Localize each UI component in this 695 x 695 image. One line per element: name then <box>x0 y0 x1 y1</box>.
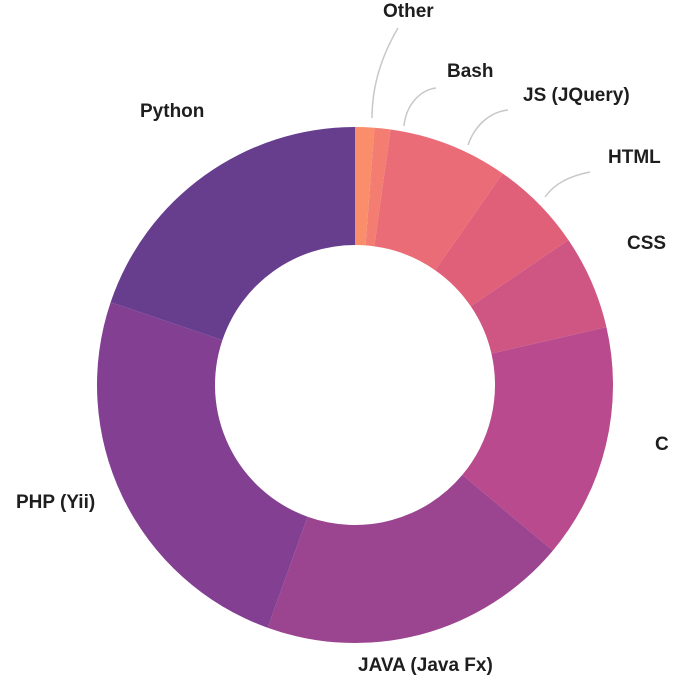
slice-label-js: JS (JQuery) <box>523 85 630 106</box>
slice-label-bash: Bash <box>447 61 494 82</box>
leader-line-other <box>371 27 399 119</box>
slice-label-other: Other <box>383 1 434 22</box>
slice-label-python: Python <box>140 101 205 122</box>
leader-line-html <box>544 171 591 198</box>
leader-line-bash <box>403 87 437 127</box>
slice-label-css: CSS <box>627 233 667 254</box>
slice-label-php: PHP (Yii) <box>16 492 96 513</box>
leader-line-js <box>467 109 509 146</box>
slice-php-yii <box>96 302 308 628</box>
slice-label-java: JAVA (Java Fx) <box>358 655 493 676</box>
slice-label-c: C <box>655 434 669 455</box>
slice-label-html: HTML <box>608 147 661 168</box>
slice-python <box>110 127 355 341</box>
